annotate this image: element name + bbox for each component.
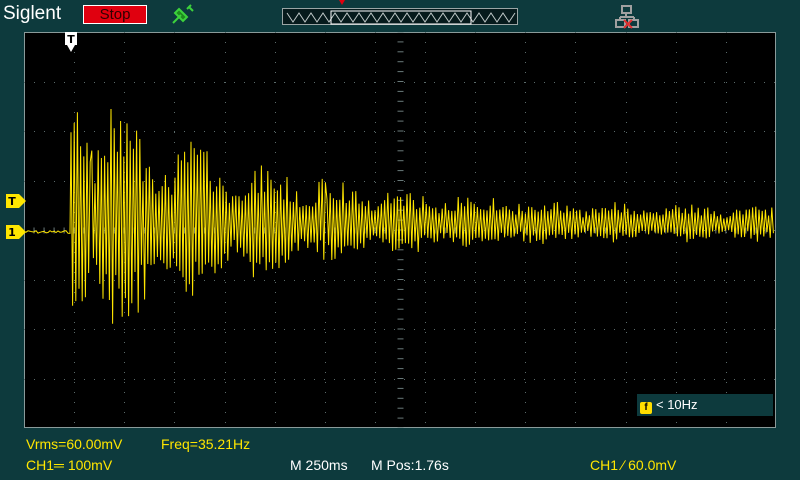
trigger-level-marker[interactable]: T — [6, 194, 26, 208]
ch1-marker-label: 1 — [8, 226, 16, 239]
trigger-level-label: T — [8, 195, 16, 208]
run-stop-button[interactable]: Stop — [83, 5, 147, 24]
memory-position: M Pos:1.76s — [371, 457, 449, 473]
ch1-scale: CH1═ 100mV — [26, 457, 113, 473]
filter-badge: f — [640, 402, 652, 414]
memory-trigger-marker — [339, 0, 345, 5]
timebase: M 250ms — [290, 457, 348, 473]
filter-label: < 10Hz — [656, 397, 698, 412]
trigger-position-label: T — [67, 33, 75, 46]
memory-position-bar — [282, 8, 518, 25]
vrms-measurement: Vrms=60.00mV — [26, 436, 123, 452]
ch1-ground-marker[interactable]: 1 — [6, 225, 26, 239]
waveform-display[interactable] — [24, 32, 776, 428]
ch1-waveform — [24, 108, 774, 324]
trigger-position-marker[interactable]: T — [65, 32, 77, 52]
freq-measurement: Freq=35.21Hz — [161, 436, 251, 452]
trigger-setting: CH1 ∕ 60.0mV — [590, 457, 677, 473]
usb-icon — [172, 4, 194, 24]
filter-indicator: f < 10Hz — [637, 394, 773, 416]
ch1-trace — [24, 108, 774, 324]
network-icon — [615, 5, 639, 29]
brand-label: Siglent — [3, 3, 62, 24]
